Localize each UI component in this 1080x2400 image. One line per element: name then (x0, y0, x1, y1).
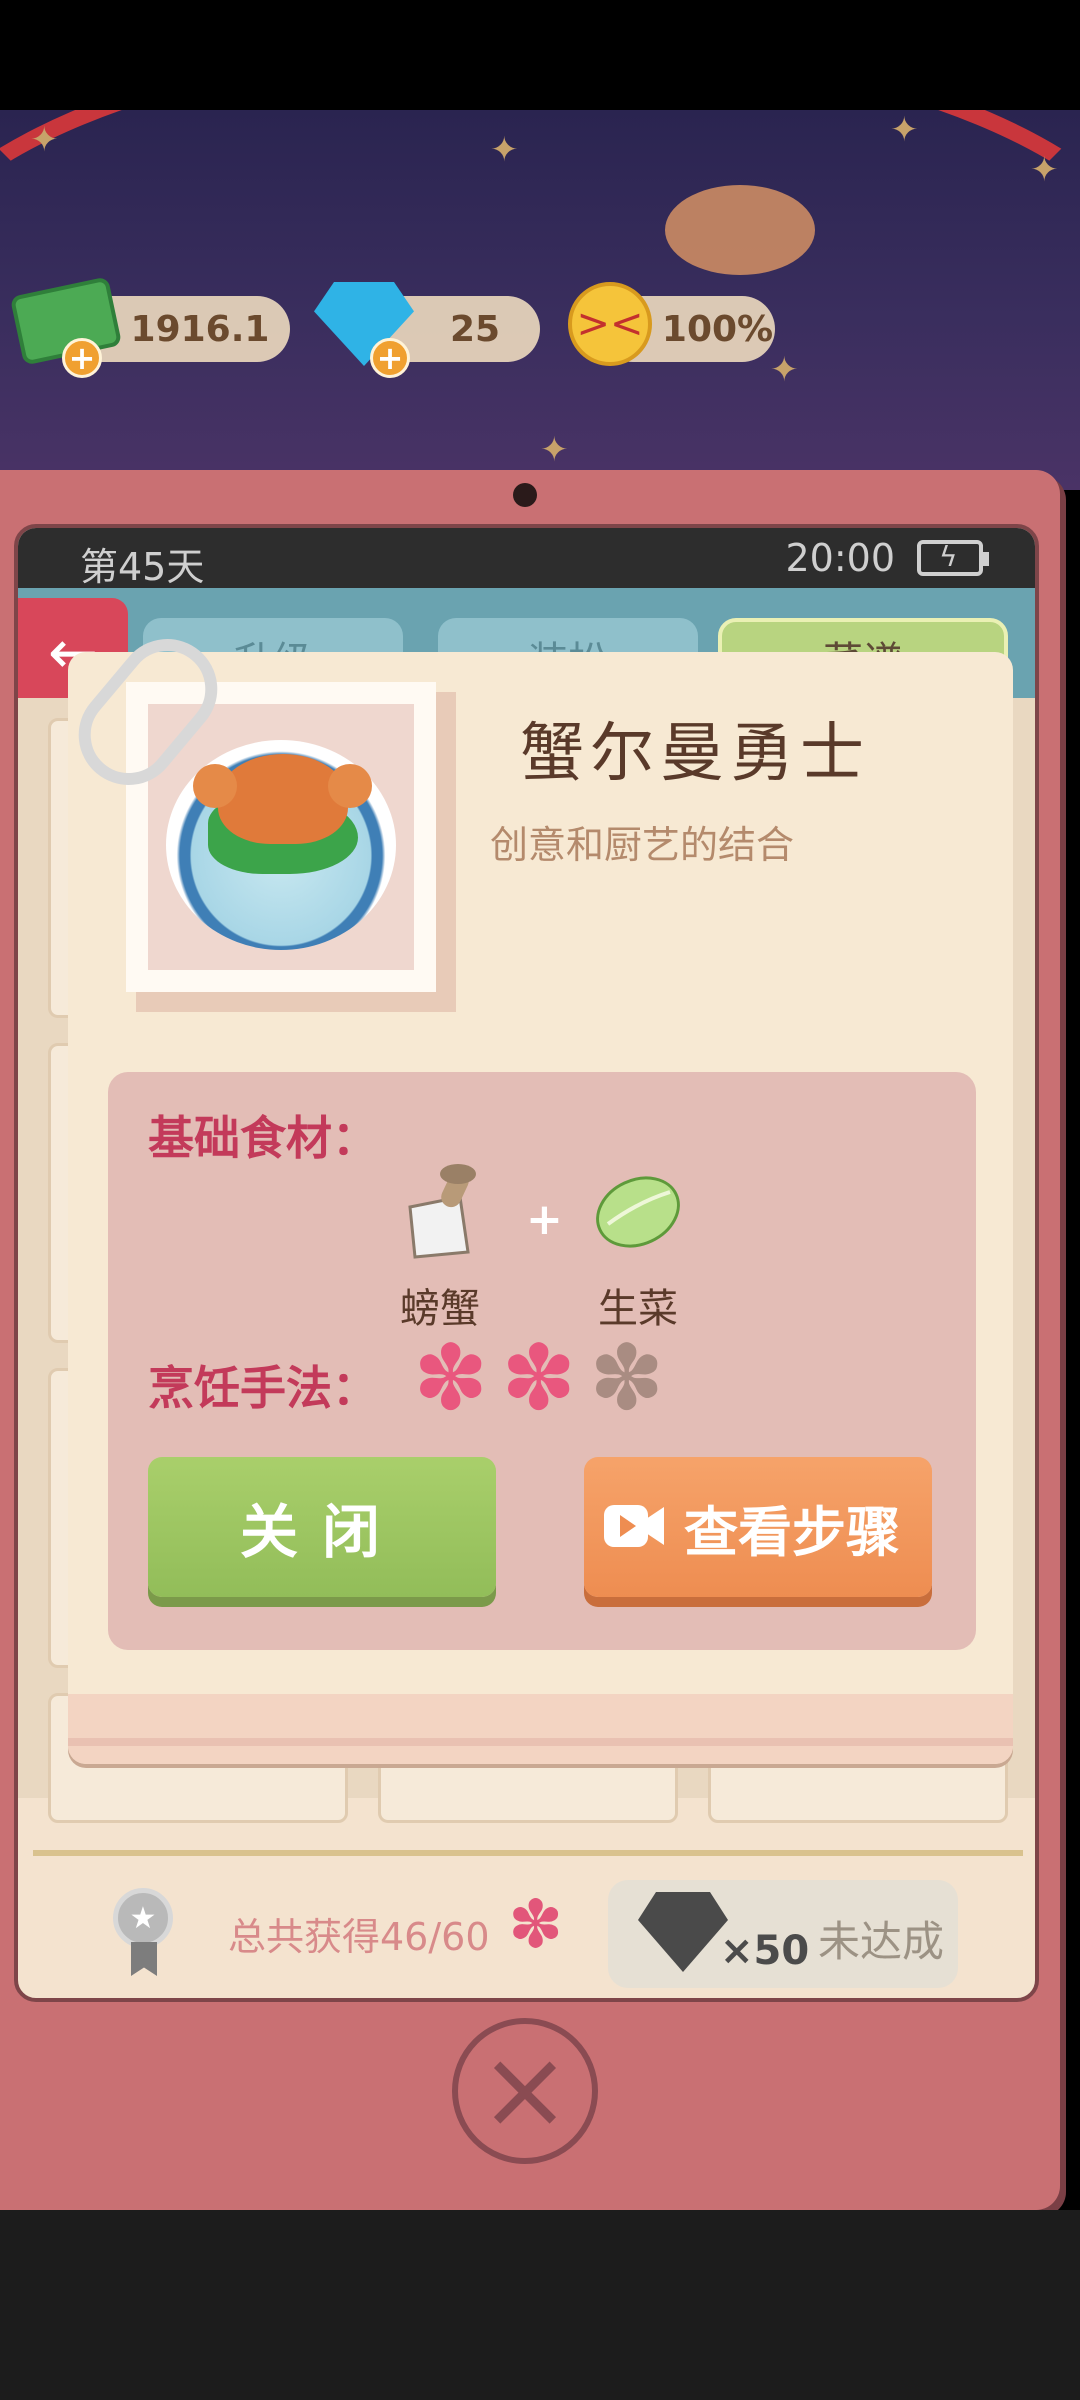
crab-bag-icon (408, 1164, 476, 1259)
ingredients-label: 基础食材： (148, 1111, 378, 1165)
reward-status: 未达成 (818, 1917, 945, 1966)
star-icon: ✦ (30, 120, 59, 160)
dialog-bottom-strip (68, 1694, 1013, 1764)
recipe-detail-dialog: 蟹尔曼勇士 创意和厨艺的结合 基础食材： 螃蟹 + 生菜 烹饪手法： ✽ ✽ ✽… (58, 618, 1013, 1764)
cooking-method-label: 烹饪手法： (148, 1361, 378, 1415)
add-gems-button[interactable]: + (370, 338, 410, 378)
total-collected-text: 总共获得46/60 (228, 1915, 490, 1959)
dish-photo-inner (148, 704, 414, 970)
battery-icon: ϟ (917, 540, 989, 576)
rating-flower-icon-empty: ✽ (589, 1326, 665, 1431)
gems-value: 25 (449, 308, 501, 350)
video-camera-icon (604, 1505, 664, 1547)
gray-diamond-icon (638, 1892, 728, 1972)
happy-face-icon: >< (568, 282, 652, 366)
top-black-bar (0, 0, 1080, 110)
reward-box[interactable]: ×50 未达成 (608, 1880, 958, 1988)
bottom-black-area (0, 2210, 1080, 2400)
star-icon: ✦ (490, 130, 519, 170)
dialog-bottom-line (68, 1738, 1013, 1746)
plus-icon: + (526, 1194, 563, 1245)
day-counter: 第45天 (80, 545, 205, 589)
money-value: 1916.1 (130, 308, 270, 350)
ingredients-panel: 基础食材： 螃蟹 + 生菜 烹饪手法： ✽ ✽ ✽ 关闭 查看步骤 (108, 1072, 976, 1650)
star-icon: ✦ (890, 110, 919, 150)
star-icon: ✦ (1030, 150, 1059, 190)
phone-camera (513, 483, 537, 507)
view-steps-label: 查看步骤 (684, 1500, 900, 1564)
close-button[interactable]: 关闭 (148, 1457, 496, 1597)
add-money-button[interactable]: + (62, 338, 102, 378)
crab-icon (218, 754, 348, 844)
dish-title: 蟹尔曼勇士 (520, 717, 870, 791)
satisfaction-value: 100% (661, 308, 774, 350)
crab-claw (193, 764, 237, 808)
flower-icon: ✽ (508, 1886, 564, 1963)
medal-icon: ★ (113, 1888, 173, 1948)
star-icon: ✦ (770, 350, 799, 390)
collection-footer: ★ 总共获得46/60 ✽ ×50 未达成 (18, 1858, 1035, 1998)
view-steps-button[interactable]: 查看步骤 (584, 1457, 932, 1597)
ingredient-crab: 螃蟹 (370, 1162, 510, 1334)
moon (665, 185, 815, 275)
medal-ribbon (131, 1942, 157, 1976)
footer-divider (33, 1850, 1023, 1856)
reward-amount: ×50 (720, 1928, 810, 1974)
clock: 20:00 (785, 536, 895, 580)
ingredient-lettuce: 生菜 (568, 1162, 708, 1334)
crab-claw (328, 764, 372, 808)
rating-flower-icon-filled: ✽ (413, 1326, 489, 1431)
rating-flower-icon-filled: ✽ (501, 1326, 577, 1431)
lettuce-icon (596, 1176, 680, 1248)
star-icon: ✦ (540, 430, 569, 470)
phone-status-bar: 第45天 20:00 ϟ (18, 528, 1035, 589)
phone-close-button[interactable]: × (452, 2018, 598, 2164)
dish-subtitle: 创意和厨艺的结合 (490, 823, 795, 867)
